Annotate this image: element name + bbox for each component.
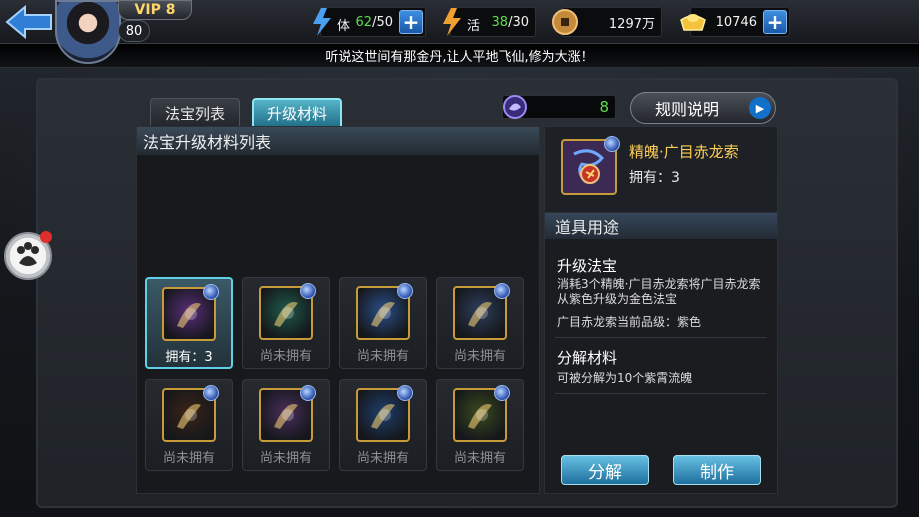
material-list-title: 法宝升级材料列表	[137, 127, 539, 155]
soul-orb-icon	[604, 136, 620, 152]
detail-header: 精魄·广目赤龙索 拥有：3	[545, 127, 777, 213]
material-slot-label: 尚未拥有	[356, 349, 409, 364]
feather-fan-icon	[453, 385, 510, 442]
tab-treasure-list[interactable]: 法宝列表	[150, 98, 240, 128]
vip-badge: VIP 8	[118, 0, 192, 20]
item-detail-panel: 精魄·广目赤龙索 拥有：3 道具用途 升级法宝 消耗3个精魄·广目赤龙索将广目赤…	[544, 126, 778, 494]
soul-orb-icon	[397, 283, 413, 299]
usage-title: 道具用途	[545, 213, 777, 239]
gourd-icon	[356, 283, 413, 340]
material-slot[interactable]: 尚未拥有	[242, 277, 330, 369]
material-slot[interactable]: 尚未拥有	[339, 277, 427, 369]
paw-icon	[17, 242, 39, 266]
material-slot[interactable]: 尚未拥有	[145, 379, 233, 471]
gold-value: 10746	[715, 14, 757, 30]
section-divider	[555, 393, 767, 394]
sword-icon	[162, 385, 219, 442]
soul-orb-icon	[203, 284, 219, 300]
material-slot-label: 尚未拥有	[259, 349, 312, 364]
material-list-panel: 法宝升级材料列表 拥有：3 尚未拥有 尚未拥有 尚未拥有 尚未拥有 尚未拥有 尚未拥有 尚未拥…	[136, 126, 540, 494]
detail-item-name: 精魄·广目赤龙索	[629, 143, 739, 161]
soul-orb-icon	[300, 385, 316, 401]
crystal-icon	[259, 283, 316, 340]
stamina-max: /50	[372, 14, 393, 30]
stamina-lightning-icon	[307, 6, 339, 38]
decompose-button[interactable]: 分解	[561, 455, 649, 485]
play-arrow-icon: ▶	[749, 97, 771, 119]
material-slot-label: 尚未拥有	[356, 451, 409, 466]
rules-button-label: 规则说明	[655, 100, 720, 119]
energy-lightning-icon	[437, 6, 469, 38]
rules-button[interactable]: 规则说明 ▶	[630, 92, 776, 124]
material-grid: 拥有：3 尚未拥有 尚未拥有 尚未拥有 尚未拥有 尚未拥有 尚未拥有 尚未拥有	[145, 277, 524, 471]
soul-orb-icon	[494, 283, 510, 299]
decompose-section-title: 分解材料	[557, 349, 618, 367]
player-avatar[interactable]	[55, 0, 121, 64]
copper-value: 1297万	[608, 16, 655, 32]
material-slot[interactable]: 尚未拥有	[242, 379, 330, 471]
scythe-icon	[356, 385, 413, 442]
rope-whip-icon	[162, 284, 219, 341]
stamina-label: 体	[337, 19, 351, 34]
add-stamina-button[interactable]: +	[399, 10, 423, 34]
soul-orb-icon	[494, 385, 510, 401]
material-slot[interactable]: 拥有：3	[145, 277, 233, 369]
upgrade-description: 消耗3个精魄·广目赤龙索将广目赤龙索从紫色升级为金色法宝	[557, 277, 761, 306]
add-gold-button[interactable]: +	[763, 10, 787, 34]
copper-coin-icon	[549, 6, 581, 38]
soul-gem-icon	[501, 93, 529, 125]
material-slot-label: 拥有：3	[165, 350, 213, 365]
copper-resource: 1297万	[552, 7, 662, 37]
material-slot-label: 尚未拥有	[259, 451, 312, 466]
stamina-current: 62	[355, 14, 373, 30]
whisk-icon	[453, 283, 510, 340]
baidu-paw-button[interactable]	[4, 231, 52, 280]
player-level: 80	[118, 20, 150, 42]
staff-icon	[259, 385, 316, 442]
material-slot[interactable]: 尚未拥有	[339, 379, 427, 471]
quality-description: 广目赤龙索当前品级：紫色	[557, 315, 702, 329]
energy-resource: 活 38 /30	[443, 7, 536, 37]
soul-orb-icon	[300, 283, 316, 299]
material-slot[interactable]: 尚未拥有	[436, 379, 524, 471]
notification-dot	[40, 231, 52, 243]
material-slot-label: 尚未拥有	[453, 349, 506, 364]
material-slot-label: 尚未拥有	[453, 451, 506, 466]
energy-current: 38	[491, 14, 509, 30]
rope-whip-icon	[561, 136, 620, 195]
back-button[interactable]	[0, 2, 58, 42]
material-slot-label: 尚未拥有	[162, 451, 215, 466]
gold-ingot-icon	[677, 6, 709, 38]
energy-label: 活	[467, 19, 481, 34]
back-arrow-icon	[5, 4, 52, 40]
upgrade-section-title: 升级法宝	[557, 257, 618, 275]
gem-count: 8	[599, 98, 609, 116]
soul-orb-icon	[203, 385, 219, 401]
decompose-description: 可被分解为10个紫霄流魄	[557, 371, 693, 385]
energy-max: /30	[508, 14, 529, 30]
detail-owned-count: 拥有：3	[629, 170, 680, 186]
gold-resource: 10746 +	[680, 7, 790, 37]
soul-orb-icon	[397, 385, 413, 401]
material-slot[interactable]: 尚未拥有	[436, 277, 524, 369]
tab-upgrade-materials[interactable]: 升级材料	[252, 98, 342, 128]
section-divider	[555, 337, 767, 338]
gem-counter: 8	[502, 95, 616, 119]
stamina-resource: 体 62 /50 +	[313, 7, 426, 37]
craft-button[interactable]: 制作	[673, 455, 761, 485]
news-ticker: 听说这世间有那金丹,让人平地飞仙,修为大涨！	[0, 44, 919, 68]
